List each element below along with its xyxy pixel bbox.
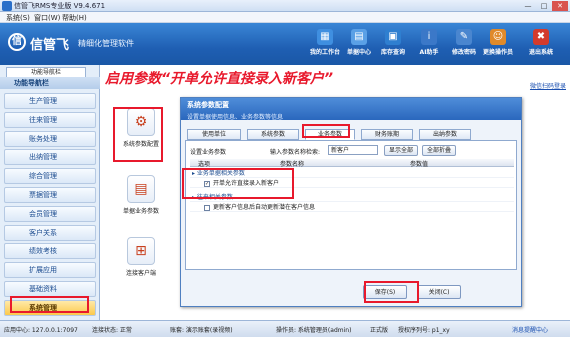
system-params-dialog: 系统参数配置 设置单据使用信息、业务参数等信息 使用单位 系统参数 业务参数 财务账期… — [180, 97, 522, 307]
desktop-icon: ▦ — [317, 29, 333, 45]
show-all-button[interactable]: 显示全部 — [384, 145, 418, 156]
toolbar-label: 库存查询 — [380, 49, 405, 56]
toolbar-button[interactable]: ▤ 单据中心 — [342, 27, 376, 63]
col-name: 参数名称 — [280, 161, 305, 168]
toolbar-button[interactable]: ✎ 修改密码 — [447, 27, 481, 63]
menu-system[interactable]: 系统(S) — [6, 13, 30, 23]
minimize-button[interactable]: — — [520, 1, 536, 11]
toolbar-button[interactable]: i AI助手 — [412, 27, 446, 63]
dialog-body: 设置业务参数 输入参数名称检索: 新客户 显示全部 全部折叠 选项 参数名称 参… — [185, 140, 517, 270]
highlight-params-tile — [113, 107, 163, 162]
nav-item[interactable]: 票据管理 — [4, 187, 96, 203]
toolbar-label: 修改密码 — [451, 49, 476, 56]
nav-item[interactable]: 基础资料 — [4, 281, 96, 297]
dialog-tab[interactable]: 使用单位 — [187, 129, 241, 140]
logo-icon: 信 — [8, 33, 26, 51]
network-icon: ⊞ — [127, 237, 155, 265]
highlight-nav-system — [10, 296, 89, 313]
toolbar-button[interactable]: ▦ 我的工作台 — [308, 27, 342, 63]
collapse-all-label: 全部折叠 — [426, 147, 451, 154]
col-option: 选项 — [198, 161, 211, 168]
nav-item[interactable]: 客户关系 — [4, 224, 96, 241]
checkbox-icon[interactable] — [204, 204, 210, 211]
highlight-business-tab — [302, 124, 350, 138]
highlight-param-row — [182, 168, 294, 199]
toolbar-button[interactable]: ✖ 退出系统 — [524, 27, 558, 63]
top-banner: 信 信管飞 精细化管理软件 ▦ 我的工作台 ▤ 单据中心 ▣ 库存查询 i AI助手 ✎ 修改密码… — [0, 23, 570, 65]
close-label: 关闭(C) — [428, 289, 450, 296]
close-button[interactable]: 关闭(C) — [417, 285, 461, 299]
status-connection: 连接状态: 正常 — [92, 327, 132, 334]
col-value: 参数值 — [410, 161, 429, 168]
param-label: 更新客户信息后自动更新潜在客户信息 — [213, 204, 316, 211]
dialog-title: 系统参数配置 — [187, 101, 229, 109]
nav-item[interactable]: 账务处理 — [4, 130, 96, 147]
status-operator: 操作员: 系统管理员(admin) — [276, 327, 352, 334]
lock-icon: ✎ — [456, 29, 472, 45]
left-navigation: 功能导航栏 功能导航栏 生产管理往来管理账务处理出纳管理综合管理票据管理会员管理… — [0, 65, 100, 320]
function-panel: ⚙ 系统参数配置 ▤ 单据业务参数 ⊞ 连接客户端 — [100, 65, 180, 320]
message-center-link[interactable]: 消息提醒中心 — [512, 325, 548, 334]
nav-item[interactable]: 往来管理 — [4, 111, 96, 128]
warehouse-icon: ▣ — [385, 29, 401, 45]
close-window-button[interactable]: ✕ — [552, 1, 568, 11]
status-account: 账套: 演示账套(录视频) — [170, 327, 233, 334]
highlight-save-button — [364, 281, 419, 303]
function-tile[interactable]: ⊞ 连接客户端 — [110, 237, 172, 277]
nav-item[interactable]: 绩效考核 — [4, 243, 96, 260]
search-label: 输入参数名称检索: — [270, 149, 321, 156]
show-all-label: 显示全部 — [388, 147, 413, 154]
tile-label: 单据业务参数 — [122, 208, 159, 215]
status-edition: 正式版 — [370, 327, 389, 334]
function-tile[interactable]: ▤ 单据业务参数 — [110, 175, 172, 215]
toolbar-button[interactable]: ☺ 更换操作员 — [481, 27, 515, 63]
nav-item[interactable]: 扩展应用 — [4, 262, 96, 279]
nav-tab[interactable]: 功能导航栏 — [6, 67, 86, 77]
status-app-center: 应用中心: 127.0.0.1:7097 — [4, 327, 78, 334]
toolbar-label: AI助手 — [419, 49, 439, 56]
wechat-login-link[interactable]: 微信扫码登录 — [530, 81, 566, 90]
form-icon: ▤ — [127, 175, 155, 203]
dialog-tab[interactable]: 出纳参数 — [419, 129, 471, 140]
dialog-tab[interactable]: 系统参数 — [247, 129, 299, 140]
toolbar-label: 设置业务参数 — [190, 149, 227, 156]
collapse-all-button[interactable]: 全部折叠 — [422, 145, 456, 156]
status-license: 授权序列号: p1_xy — [398, 327, 450, 334]
logo-text: 信管飞 — [30, 38, 70, 53]
nav-item[interactable]: 会员管理 — [4, 205, 96, 222]
toolbar-label: 单据中心 — [346, 49, 371, 56]
exit-icon: ✖ — [533, 29, 549, 45]
toolbar-button[interactable]: ▣ 库存查询 — [376, 27, 410, 63]
window-titlebar: 信管飞RMS专业版 V9.4.671 — □ ✕ — [0, 0, 570, 12]
dialog-tab[interactable]: 财务账期 — [361, 129, 413, 140]
toolbar-label: 我的工作台 — [309, 49, 340, 56]
document-icon: ▤ — [351, 29, 367, 45]
logo-tagline: 精细化管理软件 — [78, 39, 134, 48]
maximize-button[interactable]: □ — [536, 1, 552, 11]
menu-bar: 系统(S) 窗口(W) 帮助(H) — [0, 12, 570, 23]
tile-label: 连接客户端 — [125, 270, 156, 277]
nav-item[interactable]: 生产管理 — [4, 93, 96, 109]
menu-window[interactable]: 窗口(W) — [34, 13, 60, 23]
info-icon: i — [421, 29, 437, 45]
window-title: 信管飞RMS专业版 V9.4.671 — [14, 2, 106, 10]
nav-item[interactable]: 综合管理 — [4, 168, 96, 185]
annotation-caption: 启用参数“开单允许直接录入新客户” — [105, 71, 334, 87]
param-row[interactable]: 更新客户信息后自动更新潜在客户信息 — [190, 203, 514, 212]
toolbar-label: 退出系统 — [528, 49, 553, 56]
grid-header: 选项 参数名称 参数值 — [190, 159, 514, 168]
dialog-header: 系统参数配置 设置单据使用信息、业务参数等信息 — [181, 98, 521, 121]
app-icon — [2, 1, 12, 11]
dialog-subtitle: 设置单据使用信息、业务参数等信息 — [187, 114, 284, 121]
nav-item[interactable]: 出纳管理 — [4, 149, 96, 166]
search-input[interactable]: 新客户 — [328, 145, 378, 155]
nav-title: 功能导航栏 — [0, 77, 100, 89]
status-bar: 应用中心: 127.0.0.1:7097 连接状态: 正常 账套: 演示账套(录… — [0, 320, 570, 337]
menu-help[interactable]: 帮助(H) — [62, 13, 87, 23]
toolbar-label: 更换操作员 — [482, 49, 513, 56]
user-switch-icon: ☺ — [490, 29, 506, 45]
